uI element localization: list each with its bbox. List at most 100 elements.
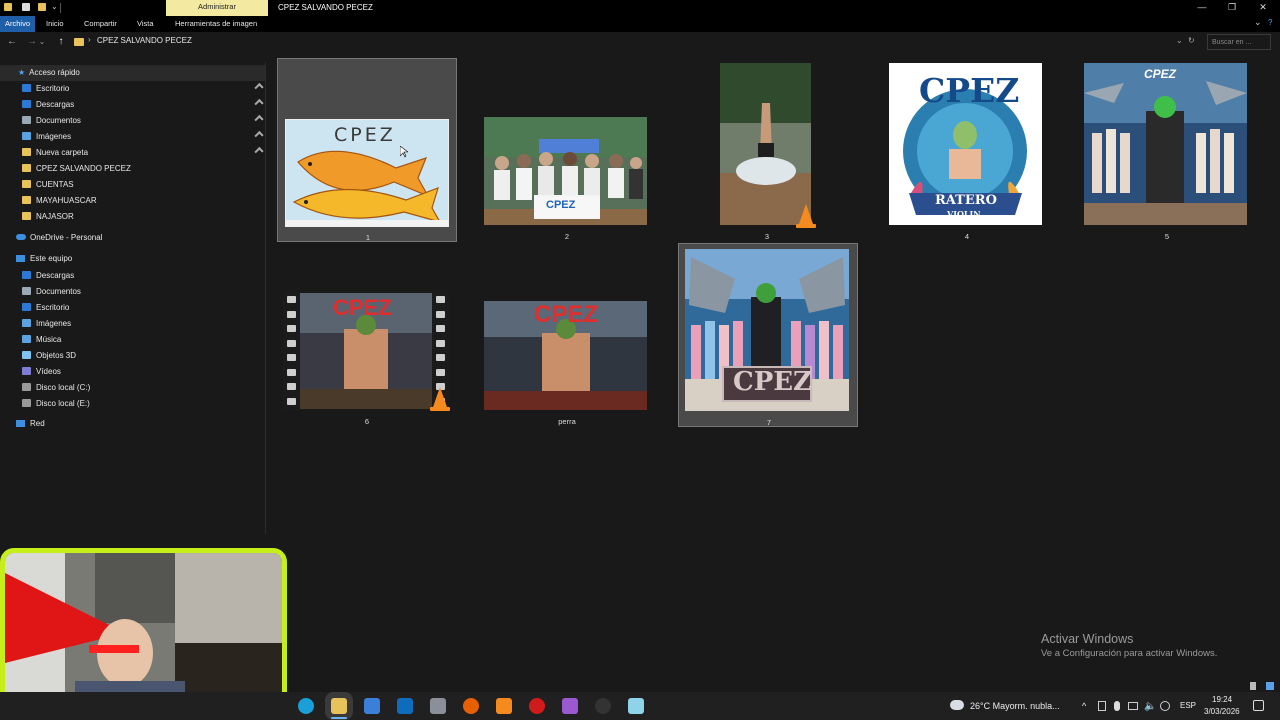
sidebar-item-documentos[interactable]: Documentos xyxy=(22,113,266,129)
vlc-icon[interactable] xyxy=(496,698,512,714)
sidebar-item-cpez-salvando-pecez[interactable]: CPEZ SALVANDO PECEZ xyxy=(22,161,266,177)
up-button[interactable]: ↑ xyxy=(54,35,68,49)
sidebar-item-network[interactable]: Red xyxy=(16,416,45,432)
poster-logo-text: CPEZ xyxy=(733,367,813,397)
file-tile-1[interactable]: CPEZ 1 xyxy=(277,58,457,242)
status-bar xyxy=(268,680,1280,692)
wifi-icon[interactable] xyxy=(1160,701,1170,711)
edge-icon[interactable] xyxy=(298,698,314,714)
close-button[interactable]: ✕ xyxy=(1248,0,1278,16)
sidebar-item-escritorio[interactable]: Escritorio xyxy=(22,81,266,97)
sidebar-item-pc-documentos[interactable]: Documentos xyxy=(22,284,81,300)
sidebar-item-pc-descargas[interactable]: Descargas xyxy=(22,268,74,284)
river-dive-image xyxy=(720,63,811,225)
sidebar-item-pc-objetos-3d[interactable]: Objetos 3D xyxy=(22,348,76,364)
tab-vista[interactable]: Vista xyxy=(132,16,159,32)
back-button[interactable]: ← xyxy=(5,35,19,49)
file-explorer-icon[interactable] xyxy=(331,698,347,714)
poster-thumbnail: CPEZ xyxy=(1084,63,1247,225)
address-dropdown-icon[interactable]: ⌄ xyxy=(1176,36,1183,45)
sidebar-item-nueva-carpeta[interactable]: Nueva carpeta xyxy=(22,145,266,161)
sidebar-item-im-genes[interactable]: Imágenes xyxy=(22,129,266,145)
search-input[interactable] xyxy=(1208,35,1270,49)
address-field[interactable]: › CPEZ SALVANDO PECEZ ⌄ ↻ xyxy=(70,34,1200,50)
sidebar-item-cuentas[interactable]: CUENTAS xyxy=(22,177,266,193)
sidebar-item-pc-im-genes[interactable]: Imágenes xyxy=(22,316,71,332)
film-strip-left xyxy=(283,292,300,410)
sidebar-item-onedrive[interactable]: OneDrive - Personal xyxy=(16,230,102,246)
display-icon[interactable] xyxy=(1128,702,1138,710)
app-icon[interactable] xyxy=(430,698,446,714)
refresh-icon[interactable]: ↻ xyxy=(1188,36,1195,45)
opera-icon[interactable] xyxy=(529,698,545,714)
messenger-icon[interactable] xyxy=(562,698,578,714)
help-icon[interactable]: ? xyxy=(1268,18,1272,27)
file-tile-6[interactable]: CPEZ 6 xyxy=(277,243,457,427)
file-tile-7[interactable]: CPEZ 7 xyxy=(678,243,858,427)
sidebar-item-najasor[interactable]: NAJASOR xyxy=(22,209,266,225)
minimize-button[interactable]: — xyxy=(1187,0,1217,16)
notepad-icon[interactable] xyxy=(628,698,644,714)
active-app-indicator xyxy=(331,717,347,719)
forward-button[interactable]: → xyxy=(25,35,39,49)
firefox-icon[interactable] xyxy=(463,698,479,714)
properties-icon[interactable] xyxy=(22,3,30,11)
maximize-button[interactable]: ❐ xyxy=(1217,0,1247,16)
folder-icon xyxy=(22,84,31,92)
details-view-icon[interactable] xyxy=(1250,682,1256,690)
activate-windows-title: Activar Windows xyxy=(1041,632,1134,646)
sidebar-item-label: Descargas xyxy=(36,271,75,280)
search-field[interactable] xyxy=(1207,34,1271,50)
notifications-icon[interactable] xyxy=(1253,700,1264,711)
sidebar-item-pc-m-sica[interactable]: Música xyxy=(22,332,61,348)
sidebar-item-descargas[interactable]: Descargas xyxy=(22,97,266,113)
manage-contextual-tab[interactable]: Administrar xyxy=(166,0,268,16)
tab-inicio[interactable]: Inicio xyxy=(41,16,69,32)
sidebar-item-quick-access[interactable]: ★ Acceso rápido xyxy=(0,65,265,81)
activate-windows-subtitle: Ve a Configuración para activar Windows. xyxy=(1041,648,1218,659)
microphone-icon[interactable] xyxy=(1114,701,1120,711)
drawing-thumbnail: CPEZ xyxy=(285,119,449,227)
obs-icon[interactable] xyxy=(595,698,611,714)
store-icon[interactable] xyxy=(364,698,380,714)
volume-icon[interactable]: 🔈 xyxy=(1144,701,1156,712)
file-name: 7 xyxy=(766,418,772,427)
file-tile-perra[interactable]: CPEZ perra xyxy=(477,243,657,427)
tab-herramientas-de-imagen[interactable]: Herramientas de imagen xyxy=(170,16,262,32)
film-hole xyxy=(436,368,445,376)
show-hidden-icons-button[interactable]: ^ xyxy=(1082,701,1086,711)
clock-date[interactable]: 3/03/2026 xyxy=(1204,707,1240,716)
tab-compartir[interactable]: Compartir xyxy=(79,16,122,32)
quick-access-dropdown-icon[interactable]: ⌄ xyxy=(51,2,58,11)
sidebar-item-pc-disco-local-e-[interactable]: Disco local (E:) xyxy=(22,396,90,412)
weather-text[interactable]: 26°C Mayorm. nubla... xyxy=(970,701,1060,711)
sidebar-item-pc-disco-local-c-[interactable]: Disco local (C:) xyxy=(22,380,90,396)
file-tile-3[interactable]: 3 xyxy=(677,58,857,242)
sidebar-item-pc-escritorio[interactable]: Escritorio xyxy=(22,300,69,316)
network-tray-icon[interactable] xyxy=(1098,701,1106,711)
file-tile-2[interactable]: CPEZ 2 xyxy=(477,58,657,242)
file-tile-4[interactable]: CPEZ RATERO VIOLIN 4 xyxy=(877,58,1057,242)
sidebar-item-pc-v-deos[interactable]: Vídeos xyxy=(22,364,61,380)
explorer-app-icon xyxy=(4,3,12,11)
file-tile-5[interactable]: CPEZ 5 xyxy=(1077,58,1257,242)
sidebar-item-this-pc[interactable]: Este equipo xyxy=(16,251,72,267)
drawing-text: CPEZ xyxy=(334,124,396,146)
weather-icon xyxy=(950,700,964,710)
large-icons-view-icon[interactable] xyxy=(1266,682,1274,690)
ribbon-expand-icon[interactable]: ⌄ xyxy=(1254,17,1262,28)
file-name: 5 xyxy=(1164,232,1170,241)
ribbon-tabs: Archivo Inicio Compartir Vista Herramien… xyxy=(0,16,1280,32)
clock-time[interactable]: 19:24 xyxy=(1212,695,1232,704)
sidebar-item-label: Escritorio xyxy=(36,303,70,312)
recent-locations-icon[interactable]: ⌄ xyxy=(38,35,46,49)
film-hole xyxy=(287,397,296,405)
video-thumbnail xyxy=(720,63,811,225)
sidebar-item-label: MAYAHUASCAR xyxy=(36,196,97,205)
sidebar-item-mayahuascar[interactable]: MAYAHUASCAR xyxy=(22,193,266,209)
tab-archivo[interactable]: Archivo xyxy=(0,16,36,32)
outlook-icon[interactable] xyxy=(397,698,413,714)
language-indicator[interactable]: ESP xyxy=(1180,701,1196,710)
breadcrumb-current-folder[interactable]: CPEZ SALVANDO PECEZ xyxy=(97,36,192,45)
new-folder-icon[interactable] xyxy=(38,3,46,11)
